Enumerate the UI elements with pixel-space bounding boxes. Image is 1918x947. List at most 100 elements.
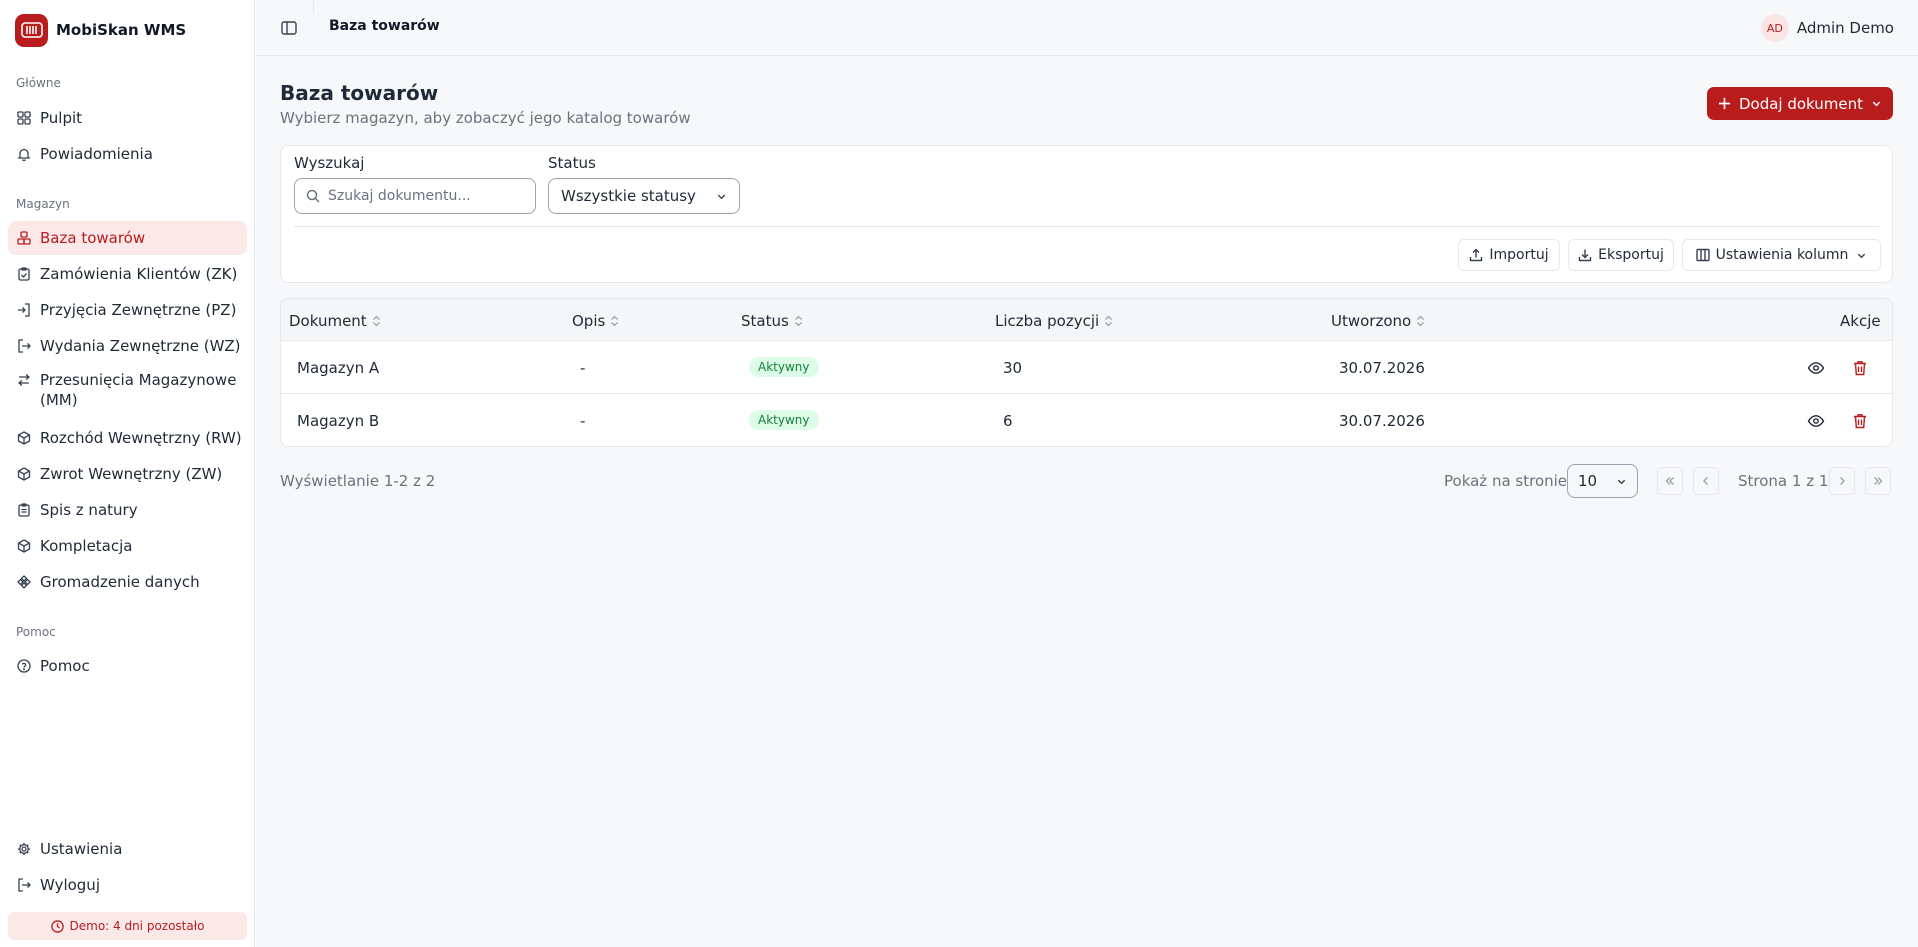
sidebar-item-rozchod-wewnetrzny[interactable]: Rozchód Wewnętrzny (RW): [8, 421, 247, 455]
breadcrumb: Baza towarów: [329, 18, 440, 34]
download-icon: [1578, 249, 1592, 262]
page-subtitle: Wybierz magazyn, aby zobaczyć jego katal…: [280, 109, 691, 127]
sidebar-item-wyloguj[interactable]: Wyloguj: [8, 868, 247, 902]
column-header-document[interactable]: Dokument: [289, 312, 381, 330]
cell-item-count: 30: [1003, 359, 1023, 377]
add-document-label: Dodaj dokument: [1738, 94, 1864, 113]
status-select-value: Wszystkie statusy: [561, 187, 696, 205]
previous-page-button[interactable]: [1693, 467, 1719, 495]
sidebar-item-powiadomienia[interactable]: Powiadomienia: [8, 137, 247, 171]
first-page-button[interactable]: [1657, 467, 1683, 495]
cell-description: -: [580, 412, 586, 430]
page-indicator: Strona 1 z 1: [1738, 472, 1829, 490]
column-header-description[interactable]: Opis: [572, 312, 619, 330]
package-icon: [17, 431, 31, 445]
upload-icon: [1470, 248, 1483, 262]
page-title: Baza towarów: [280, 81, 439, 105]
sidebar-item-spis-z-natury[interactable]: Spis z natury: [8, 493, 247, 527]
app-name: MobiSkan WMS: [56, 21, 187, 39]
table-row[interactable]: Magazyn B - Aktywny 6 30.07.2026: [281, 394, 1892, 446]
sidebar-item-baza-towarow[interactable]: Baza towarów: [8, 221, 247, 255]
export-button[interactable]: Eksportuj: [1568, 239, 1674, 271]
sidebar-item-label: Gromadzenie danych: [40, 573, 200, 591]
sidebar-item-przyjecia-zewnetrzne[interactable]: Przyjęcia Zewnętrzne (PZ): [8, 293, 247, 327]
sidebar-item-label: Kompletacja: [40, 537, 133, 555]
search-input[interactable]: [328, 188, 528, 204]
sidebar-item-zwrot-wewnetrzny[interactable]: Zwrot Wewnętrzny (ZW): [8, 457, 247, 491]
chevron-down-icon: [1858, 253, 1866, 258]
sidebar-item-label: Wydania Zewnętrzne (WZ): [40, 337, 241, 355]
search-field[interactable]: [294, 178, 536, 214]
sidebar-item-label: Pulpit: [40, 109, 83, 127]
user-menu[interactable]: AD Admin Demo: [1760, 14, 1894, 42]
chevron-left-icon: [1703, 477, 1708, 485]
chevron-down-icon: [1872, 101, 1881, 107]
sidebar-item-pomoc[interactable]: Pomoc: [8, 649, 247, 683]
section-label-main: Główne: [16, 76, 61, 90]
user-name: Admin Demo: [1796, 19, 1894, 37]
bell-icon: [17, 148, 31, 161]
status-badge: Aktywny: [749, 357, 819, 377]
sidebar-item-label: Przyjęcia Zewnętrzne (PZ): [40, 301, 237, 319]
results-summary: Wyświetlanie 1-2 z 2: [280, 472, 436, 490]
section-label-warehouse: Magazyn: [16, 197, 70, 211]
view-button[interactable]: [1807, 412, 1825, 430]
arrows-swap-icon: [17, 374, 31, 386]
sort-icon: [372, 315, 380, 327]
plus-icon: [1718, 97, 1731, 110]
brand[interactable]: MobiSkan WMS: [15, 13, 187, 47]
last-page-button[interactable]: [1865, 467, 1891, 495]
trash-icon: [1854, 414, 1866, 429]
clock-icon: [50, 919, 64, 933]
column-header-label: Status: [741, 312, 789, 330]
add-document-button[interactable]: Dodaj dokument: [1707, 87, 1893, 120]
chevron-down-icon: [1617, 479, 1626, 484]
sidebar-item-label: Ustawienia: [40, 840, 123, 858]
column-header-label: Dokument: [289, 312, 367, 330]
clipboard-check-icon: [18, 267, 30, 281]
chevrons-left-icon: [1665, 477, 1674, 485]
chevron-down-icon: [717, 194, 726, 199]
sidebar-toggle-button[interactable]: [280, 19, 298, 37]
sort-icon: [794, 315, 802, 327]
column-header-actions: Akcje: [1840, 312, 1881, 330]
sidebar-item-wydania-zewnetrzne[interactable]: Wydania Zewnętrzne (WZ): [8, 329, 247, 363]
sidebar-item-label: Wyloguj: [40, 876, 100, 894]
next-page-button[interactable]: [1829, 467, 1855, 495]
sidebar-item-zamowienia-klientow[interactable]: Zamówienia Klientów (ZK): [8, 257, 247, 291]
sort-icon: [611, 315, 619, 327]
column-header-label: Utworzono: [1331, 312, 1412, 330]
sidebar-item-przesuniecia-magazynowe[interactable]: Przesunięcia Magazynowe (MM): [8, 365, 247, 411]
cell-description: -: [580, 359, 586, 377]
cell-item-count: 6: [1003, 412, 1013, 430]
sidebar: MobiSkan WMS Główne Pulpit Powiadomienia…: [0, 0, 255, 947]
sidebar-item-label: Zwrot Wewnętrzny (ZW): [40, 465, 223, 483]
search-label: Wyszukaj: [294, 154, 365, 172]
export-label: Eksportuj: [1598, 247, 1664, 263]
nodes-icon: [17, 575, 31, 589]
trash-icon: [1854, 361, 1866, 376]
status-select[interactable]: Wszystkie statusy: [548, 178, 740, 214]
column-header-label: Opis: [572, 312, 606, 330]
column-header-item-count[interactable]: Liczba pozycji: [995, 312, 1113, 330]
delete-button[interactable]: [1851, 359, 1869, 377]
sidebar-item-ustawienia[interactable]: Ustawienia: [8, 832, 247, 866]
sidebar-item-gromadzenie-danych[interactable]: Gromadzenie danych: [8, 565, 247, 599]
boxes-icon: [17, 231, 31, 245]
per-page-select[interactable]: 10: [1567, 464, 1638, 498]
sidebar-item-pulpit[interactable]: Pulpit: [8, 101, 247, 135]
import-button[interactable]: Importuj: [1458, 239, 1560, 271]
cell-created: 30.07.2026: [1339, 359, 1425, 377]
table-row[interactable]: Magazyn A - Aktywny 30 30.07.2026: [281, 341, 1892, 394]
delete-button[interactable]: [1851, 412, 1869, 430]
column-header-status[interactable]: Status: [741, 312, 803, 330]
column-header-created[interactable]: Utworzono: [1331, 312, 1425, 330]
clipboard-list-icon: [18, 503, 30, 517]
view-button[interactable]: [1807, 359, 1825, 377]
sidebar-item-label: Rozchód Wewnętrzny (RW): [40, 429, 242, 447]
column-settings-button[interactable]: Ustawienia kolumn: [1682, 239, 1881, 271]
columns-icon: [1695, 248, 1710, 262]
eye-icon: [1807, 415, 1825, 427]
sidebar-item-kompletacja[interactable]: Kompletacja: [8, 529, 247, 563]
column-header-label: Liczba pozycji: [995, 312, 1100, 330]
